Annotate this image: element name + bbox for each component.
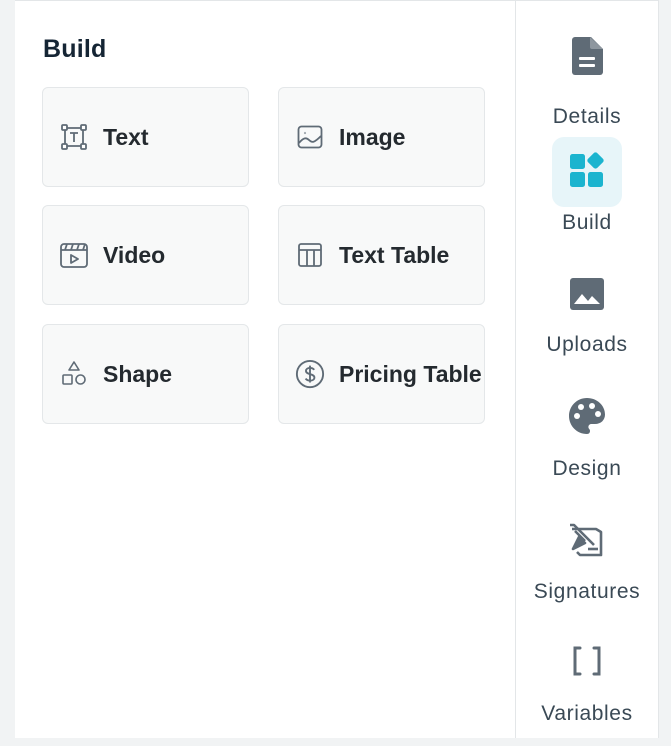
build-panel: Build Text: [15, 0, 515, 738]
tile-video[interactable]: Video: [42, 205, 249, 305]
panel-title: Build: [43, 35, 107, 64]
right-edge: [658, 0, 671, 738]
rail-icon-container: [552, 628, 622, 698]
image-icon: [569, 277, 605, 316]
dollar-circle-icon: [295, 359, 325, 389]
rail-item-design[interactable]: Design: [516, 383, 658, 501]
rail-label: Signatures: [534, 580, 640, 604]
document-icon: [570, 36, 604, 81]
rail-icon-container: [552, 137, 622, 207]
rail-label: Details: [553, 105, 621, 129]
rail-label: Build: [562, 211, 612, 235]
tile-image[interactable]: Image: [278, 87, 485, 187]
rail-item-uploads[interactable]: Uploads: [516, 261, 658, 379]
tile-text-table[interactable]: Text Table: [278, 205, 485, 305]
tile-label: Text: [103, 124, 149, 151]
left-gutter: [0, 0, 15, 738]
table-icon: [295, 240, 325, 270]
tile-shape[interactable]: Shape: [42, 324, 249, 424]
rail-label: Uploads: [546, 333, 627, 357]
app-window: Build Text: [0, 0, 671, 738]
rail-icon-container: [552, 383, 622, 453]
rail-item-build[interactable]: Build: [516, 137, 658, 255]
rail-icon-container: [552, 506, 622, 576]
tile-text[interactable]: Text: [42, 87, 249, 187]
rail-icon-container: [552, 23, 622, 93]
rail-item-variables[interactable]: Variables: [516, 628, 658, 746]
signature-icon: [567, 521, 607, 562]
video-icon: [59, 240, 89, 270]
rail-label: Variables: [541, 702, 632, 726]
tile-label: Video: [103, 242, 165, 269]
tile-label: Image: [339, 124, 405, 151]
image-icon: [295, 122, 325, 152]
tile-pricing-table[interactable]: Pricing Table: [278, 324, 485, 424]
text-box-icon: [59, 122, 89, 152]
palette-icon: [568, 397, 606, 440]
rail-item-signatures[interactable]: Signatures: [516, 506, 658, 624]
tile-label: Text Table: [339, 242, 449, 269]
shapes-icon: [59, 359, 89, 389]
right-nav-rail: Details Build: [515, 0, 658, 738]
rail-icon-container: [552, 261, 622, 331]
widgets-icon: [569, 152, 605, 193]
rail-item-details[interactable]: Details: [516, 23, 658, 141]
tile-label: Pricing Table: [339, 361, 482, 388]
rail-label: Design: [553, 457, 622, 481]
brackets-icon: [571, 646, 603, 681]
tile-label: Shape: [103, 361, 172, 388]
